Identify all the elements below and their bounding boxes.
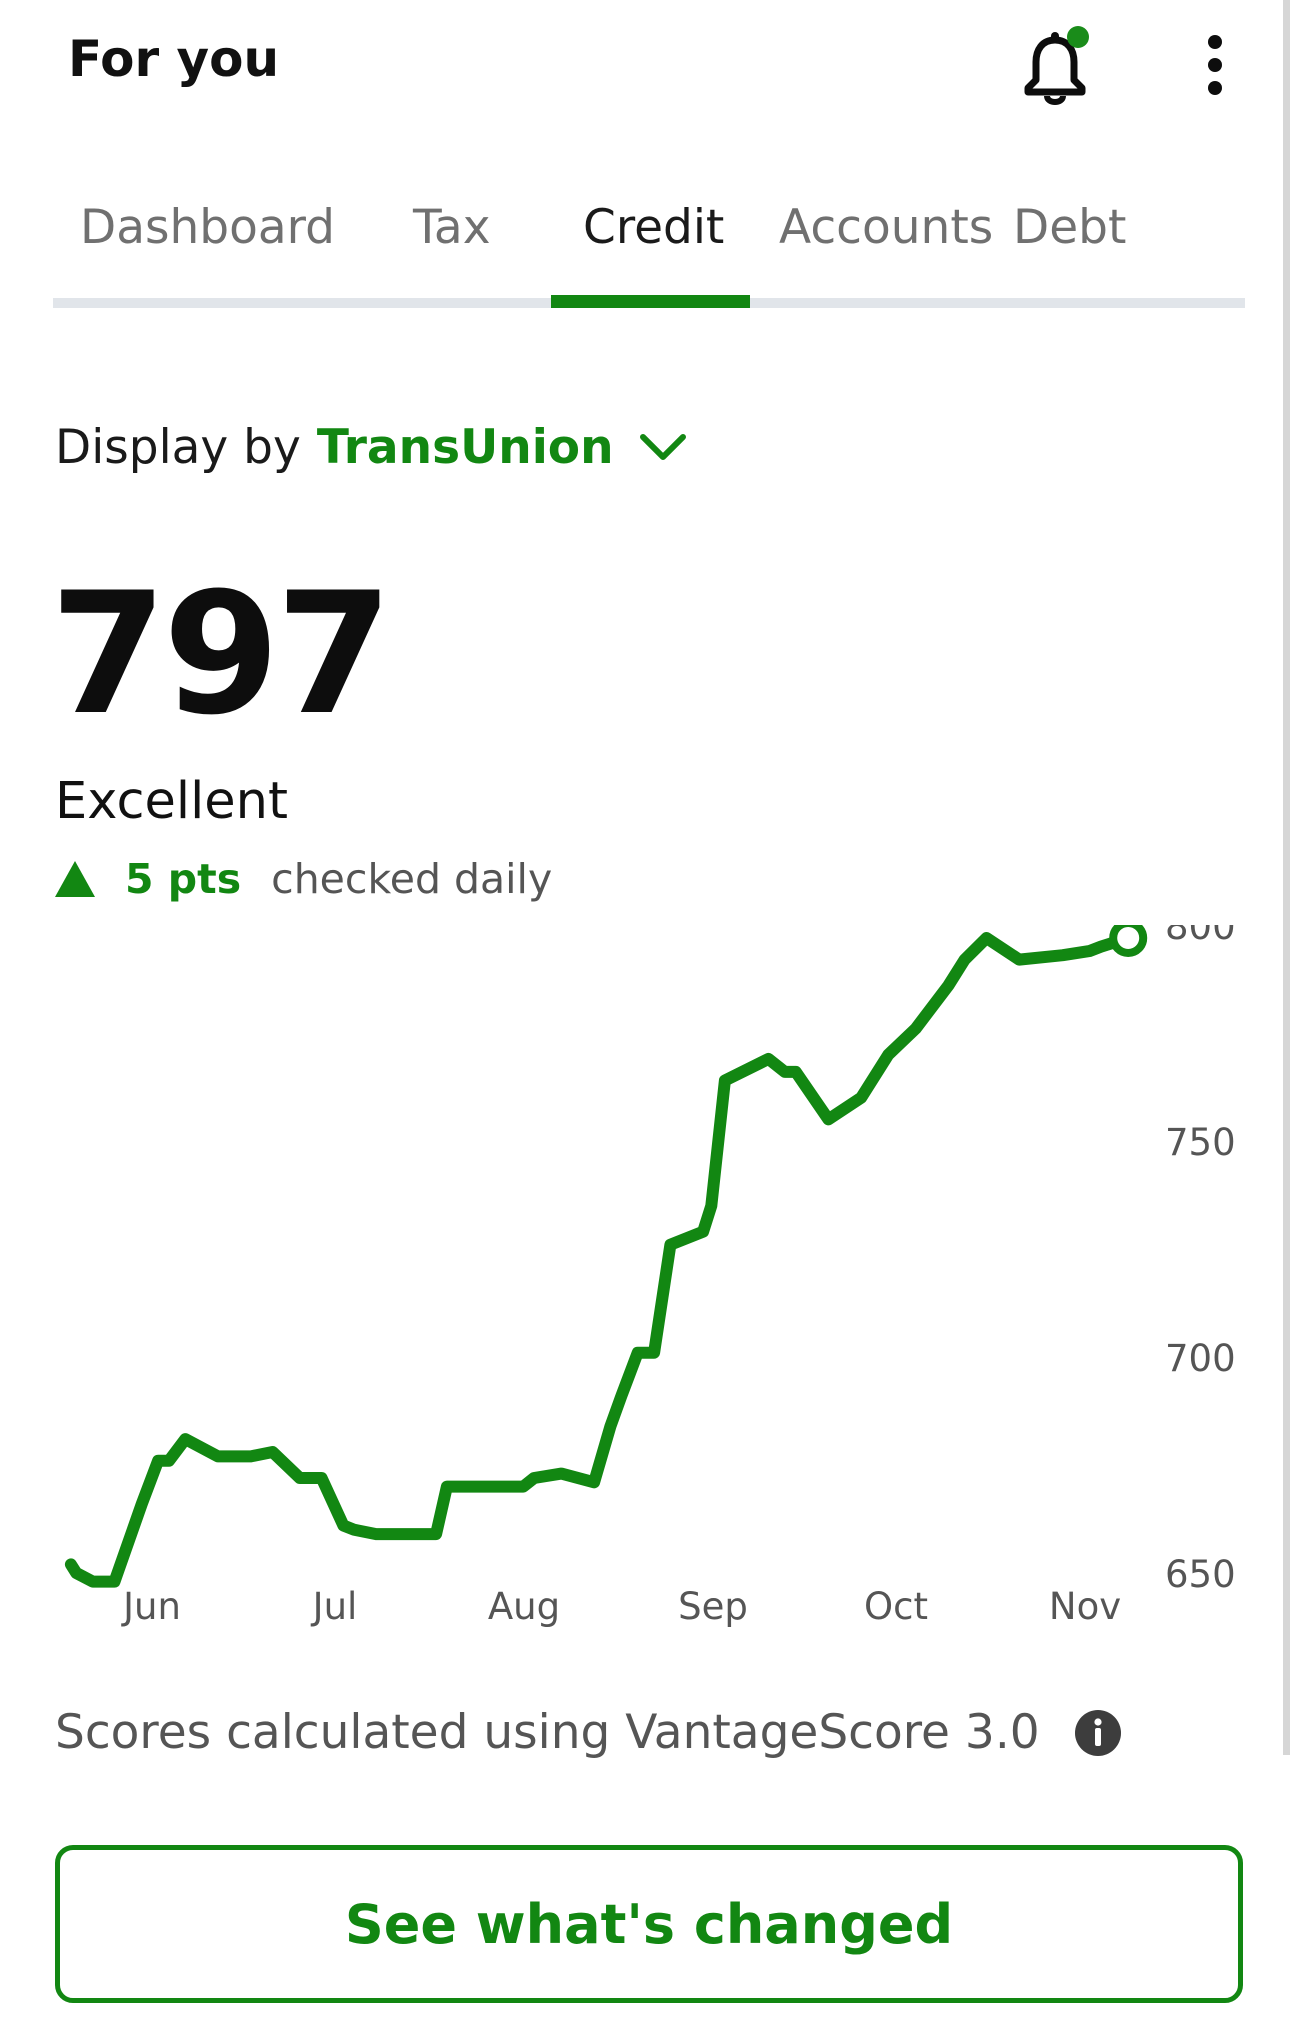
score-rating: Excellent: [55, 772, 288, 831]
chart-svg: 650 700 750 800 Jun Jul Aug Sep Oct Nov: [64, 905, 1236, 1628]
x-tick-label: Oct: [864, 1585, 928, 1628]
score-history-chart: 650 700 750 800 Jun Jul Aug Sep Oct Nov: [0, 905, 1290, 1645]
see-whats-changed-button[interactable]: See what's changed: [55, 1845, 1243, 2003]
display-by-label: Display by: [55, 420, 301, 475]
x-tick-label: Aug: [488, 1585, 560, 1628]
y-tick-label: 800: [1165, 925, 1236, 948]
y-tick-label: 750: [1165, 1121, 1236, 1164]
tab-credit[interactable]: Credit: [583, 200, 724, 255]
tab-debt[interactable]: Debt: [1013, 200, 1126, 255]
info-icon[interactable]: [1074, 1709, 1122, 1757]
notification-bell-icon[interactable]: [1010, 22, 1100, 112]
x-tick-label: Sep: [678, 1585, 748, 1628]
notification-dot: [1067, 26, 1089, 48]
y-tick-label: 700: [1165, 1337, 1236, 1380]
score-change-points: 5 pts: [125, 855, 242, 903]
credit-score: 797: [50, 556, 393, 752]
current-score-marker[interactable]: [1109, 918, 1148, 957]
bureau-selector[interactable]: Display by TransUnion: [55, 420, 688, 475]
top-bar: For you: [0, 0, 1290, 130]
tab-bar: Dashboard Tax Credit Accounts Debt: [53, 180, 1245, 310]
bureau-name: TransUnion: [316, 420, 614, 475]
footnote-text: Scores calculated using VantageScore 3.0: [55, 1705, 1040, 1760]
more-options-icon[interactable]: [1190, 30, 1240, 100]
x-tick-label: Nov: [1049, 1585, 1121, 1628]
y-tick-label: 650: [1165, 1553, 1236, 1596]
score-footnote: Scores calculated using VantageScore 3.0: [55, 1705, 1122, 1760]
tab-tax[interactable]: Tax: [413, 200, 491, 255]
tab-accounts[interactable]: Accounts: [779, 200, 993, 255]
score-change: 5 pts checked daily: [53, 855, 552, 903]
active-tab-indicator: [551, 295, 750, 308]
x-tick-label: Jul: [311, 1585, 358, 1628]
page-title: For you: [68, 30, 280, 88]
score-line: [64, 932, 1135, 1588]
chevron-down-icon: [639, 433, 686, 460]
x-tick-label: Jun: [121, 1585, 181, 1628]
check-frequency: checked daily: [271, 855, 553, 903]
tab-dashboard[interactable]: Dashboard: [80, 200, 335, 255]
triangle-up-icon: [55, 861, 95, 897]
